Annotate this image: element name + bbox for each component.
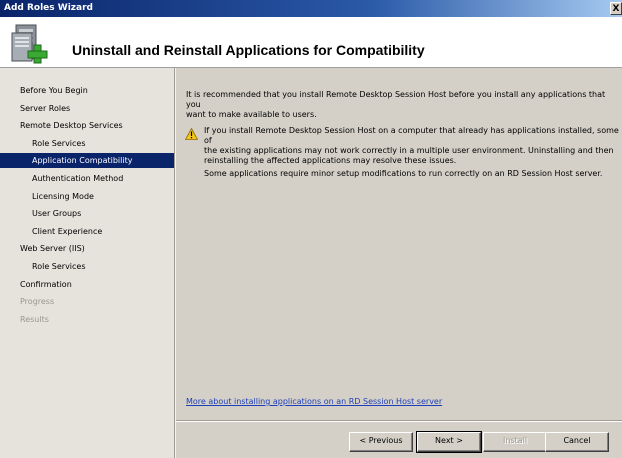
sidebar-item[interactable]: Client Experience (0, 224, 174, 239)
sidebar-item[interactable]: Remote Desktop Services (0, 118, 174, 133)
note-text: Some applications require minor setup mo… (204, 169, 603, 178)
sidebar-item[interactable]: Role Services (0, 259, 174, 274)
sidebar-item[interactable]: User Groups (0, 206, 174, 221)
sidebar-item[interactable]: Application Compatibility (0, 153, 174, 168)
sidebar-item[interactable]: Before You Begin (0, 83, 174, 98)
title-bar: Add Roles Wizard X (0, 0, 622, 17)
warning-line: reinstalling the affected applications m… (204, 156, 457, 165)
more-info-link[interactable]: More about installing applications on an… (186, 397, 442, 407)
page-title: Uninstall and Reinstall Applications for… (72, 42, 425, 58)
sidebar-item[interactable]: Licensing Mode (0, 189, 174, 204)
sidebar-item: Progress (20, 297, 55, 306)
sidebar-item: Results (20, 315, 49, 324)
next-button[interactable]: Next > (416, 431, 482, 453)
intro-line: It is recommended that you install Remot… (186, 90, 606, 109)
sidebar-divider (174, 68, 176, 458)
cancel-button[interactable]: Cancel (545, 432, 609, 452)
previous-button[interactable]: < Previous (349, 432, 413, 452)
server-roles-add-icon (10, 21, 56, 67)
warning-line: the existing applications may not work c… (204, 146, 614, 155)
close-button[interactable]: X (610, 2, 622, 15)
sidebar-item[interactable]: Web Server (IIS) (0, 241, 174, 256)
sidebar-item[interactable]: Role Services (0, 136, 174, 151)
sidebar-item[interactable]: Authentication Method (0, 171, 174, 186)
wizard-header: Uninstall and Reinstall Applications for… (0, 17, 622, 68)
intro-text: It is recommended that you install Remot… (186, 90, 616, 120)
warning-text: If you install Remote Desktop Session Ho… (204, 126, 619, 166)
window-title: Add Roles Wizard (4, 3, 93, 13)
sidebar-item[interactable]: Server Roles (0, 101, 174, 116)
intro-line: want to make available to users. (186, 110, 317, 119)
sidebar-item[interactable]: Confirmation (0, 277, 174, 292)
install-button[interactable]: Install (483, 432, 547, 452)
footer-divider (176, 420, 622, 422)
warning-icon (184, 127, 199, 142)
warning-line: If you install Remote Desktop Session Ho… (204, 126, 619, 145)
